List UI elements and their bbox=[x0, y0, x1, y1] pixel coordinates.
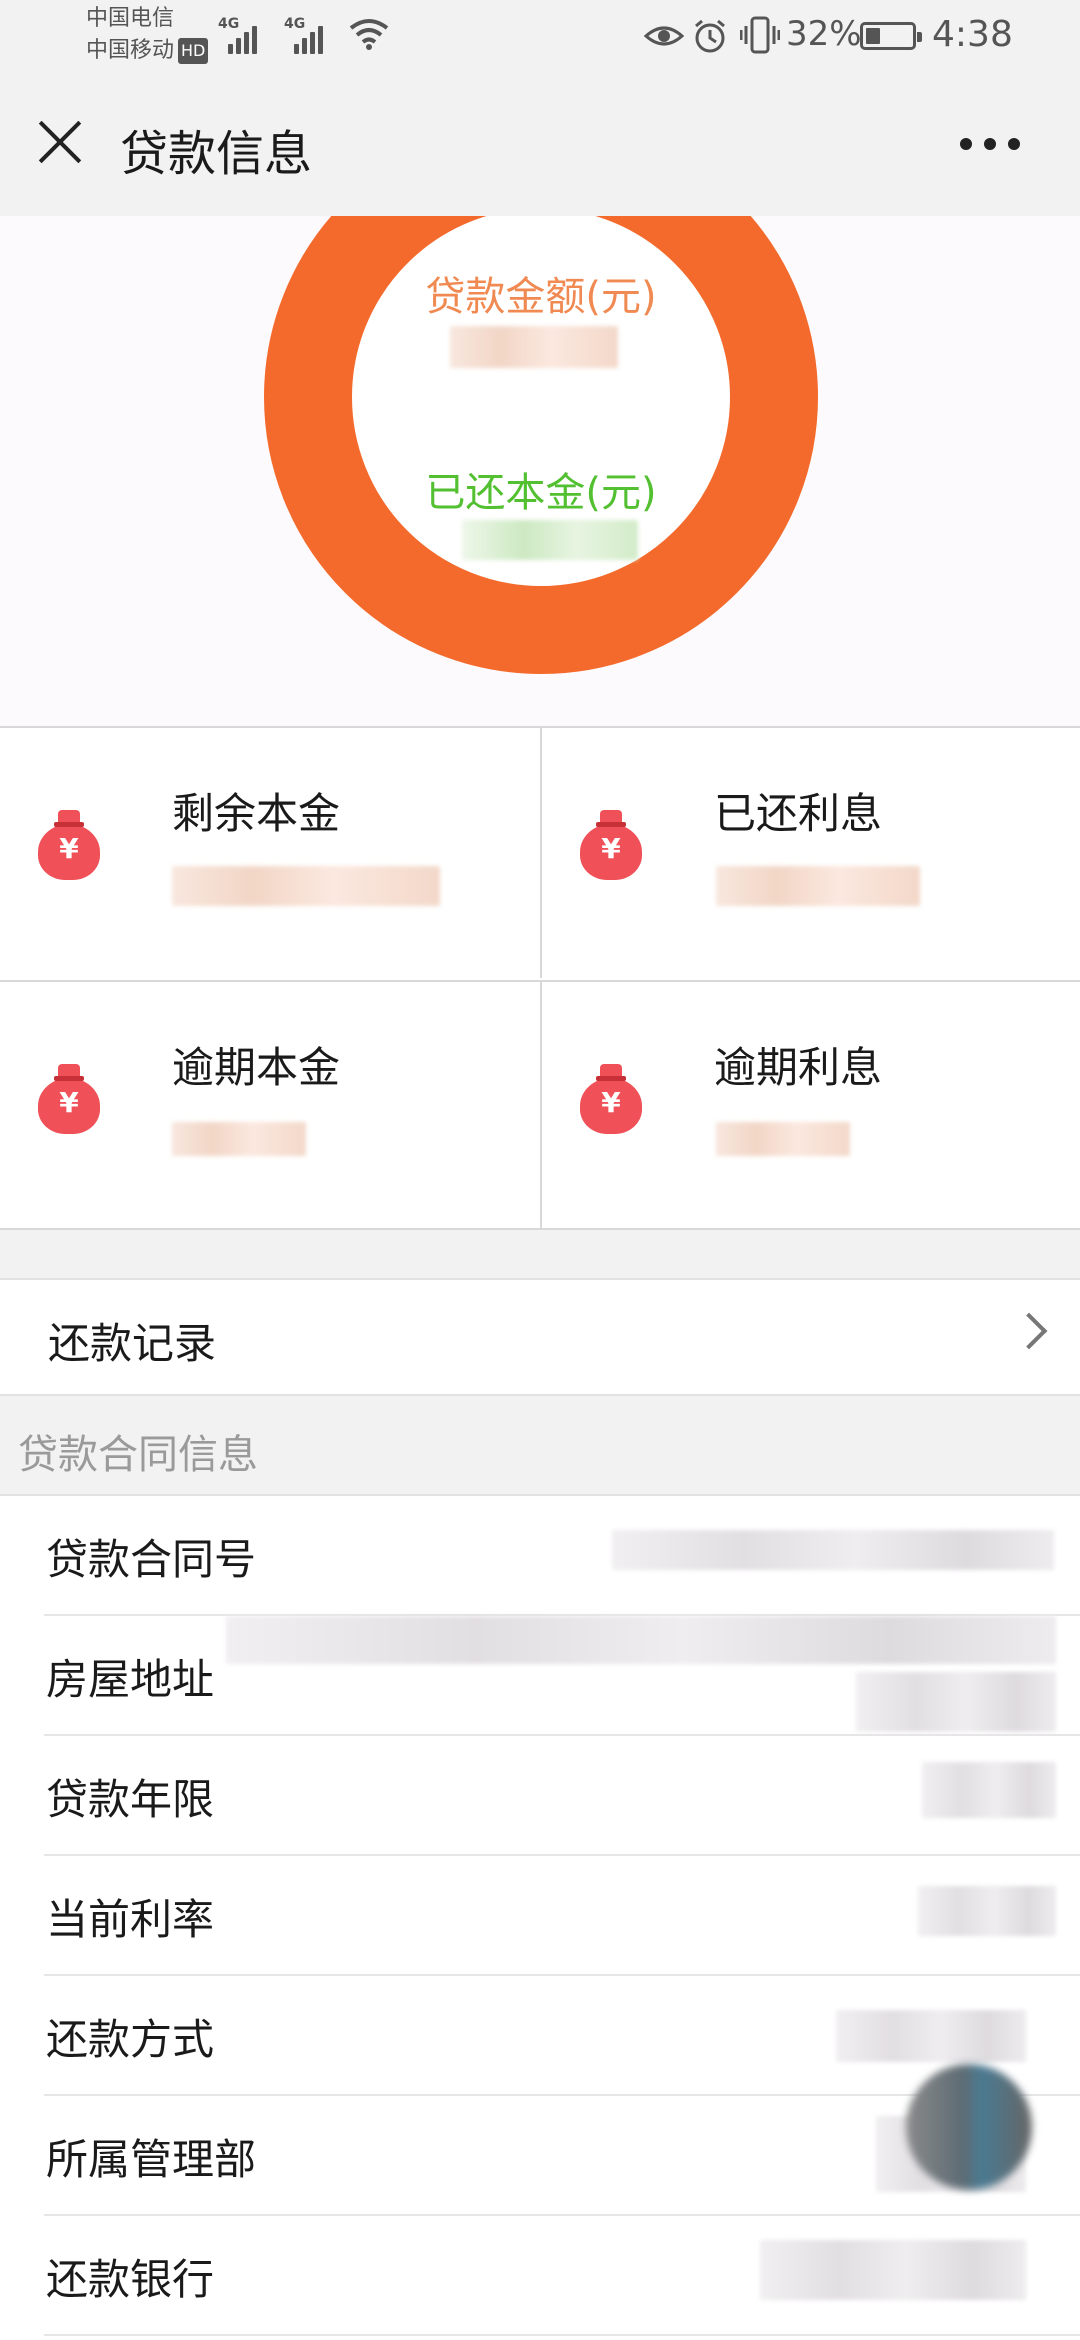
signal-icon-1: 4G bbox=[218, 16, 258, 54]
row-label: 当前利率 bbox=[46, 1895, 215, 1944]
contract-row-loan-term: 贷款年限 bbox=[0, 1736, 1080, 1856]
repaid-principal-value-redacted bbox=[462, 520, 638, 560]
loan-amount-value-redacted bbox=[450, 326, 618, 368]
loan-stats-grid: ¥ 剩余本金 ¥ 已还利息 ¥ 逾期本金 ¥ 逾期利息 bbox=[0, 726, 1080, 1230]
contract-row-repayment-bank: 还款银行 bbox=[0, 2216, 1080, 2336]
stat-repaid-interest: ¥ 已还利息 bbox=[540, 728, 1080, 978]
hd-badge: HD bbox=[178, 38, 209, 64]
carrier-name-2-text: 中国移动 bbox=[86, 38, 175, 63]
row-value-redacted bbox=[760, 2240, 1026, 2300]
money-bag-icon: ¥ bbox=[34, 808, 104, 880]
repaid-principal-label: 已还本金(元) bbox=[425, 470, 657, 516]
row-label: 贷款年限 bbox=[46, 1775, 215, 1824]
carrier-name-1: 中国电信 bbox=[86, 6, 175, 31]
close-icon[interactable] bbox=[36, 118, 84, 166]
clock: 4:38 bbox=[932, 14, 1013, 55]
signal-icon-2: 4G bbox=[284, 16, 324, 54]
wifi-icon bbox=[349, 19, 389, 50]
row-value-redacted-line2 bbox=[856, 1672, 1056, 1732]
row-value-redacted bbox=[918, 1886, 1056, 1936]
floating-overlay-redacted[interactable] bbox=[906, 2064, 1032, 2190]
row-value-redacted bbox=[612, 1530, 1054, 1570]
stat-value-redacted bbox=[716, 866, 920, 906]
status-bar: 中国电信 中国移动 HD 4G 4G 32% 4:38 bbox=[0, 0, 1080, 72]
stat-overdue-principal: ¥ 逾期本金 bbox=[0, 980, 540, 1230]
stat-overdue-interest: ¥ 逾期利息 bbox=[540, 980, 1080, 1230]
repayment-record-row[interactable]: 还款记录 bbox=[0, 1278, 1080, 1396]
stat-value-redacted bbox=[716, 1122, 850, 1156]
stat-label: 剩余本金 bbox=[172, 789, 341, 838]
row-label: 房屋地址 bbox=[46, 1655, 215, 1704]
row-value-redacted bbox=[922, 1762, 1056, 1818]
row-label: 所属管理部 bbox=[46, 2135, 257, 2184]
alarm-icon bbox=[695, 19, 725, 53]
vibrate-icon bbox=[740, 16, 780, 54]
row-label: 贷款合同号 bbox=[46, 1535, 257, 1584]
chevron-right-icon bbox=[1010, 1312, 1048, 1350]
navigation-bar: 贷款信息 bbox=[0, 72, 1080, 216]
page-title: 贷款信息 bbox=[120, 126, 313, 182]
contract-row-house-address: 房屋地址 bbox=[0, 1616, 1080, 1736]
row-label: 还款方式 bbox=[46, 2015, 215, 2064]
row-value-redacted bbox=[226, 1616, 1056, 1664]
contract-row-current-rate: 当前利率 bbox=[0, 1856, 1080, 1976]
row-label: 还款银行 bbox=[46, 2255, 215, 2304]
stat-value-redacted bbox=[172, 866, 440, 906]
loan-progress-ring: 贷款金额(元) 已还本金(元) bbox=[264, 216, 818, 674]
more-options-icon[interactable] bbox=[960, 138, 1020, 152]
eye-comfort-icon bbox=[644, 26, 684, 46]
battery-icon bbox=[860, 22, 922, 50]
stat-remaining-principal: ¥ 剩余本金 bbox=[0, 728, 540, 978]
money-bag-icon: ¥ bbox=[34, 1062, 104, 1134]
loan-amount-label: 贷款金额(元) bbox=[425, 274, 657, 320]
row-value-redacted bbox=[836, 2010, 1026, 2062]
battery-percent: 32% bbox=[786, 14, 862, 54]
stat-value-redacted bbox=[172, 1122, 306, 1156]
repayment-record-label: 还款记录 bbox=[48, 1319, 217, 1368]
section-spacer bbox=[0, 1230, 1080, 1278]
stat-label: 已还利息 bbox=[714, 789, 883, 838]
contract-row-contract-number: 贷款合同号 bbox=[0, 1496, 1080, 1616]
contract-section-header: 贷款合同信息 bbox=[0, 1396, 1080, 1496]
money-bag-icon: ¥ bbox=[576, 1062, 646, 1134]
loan-summary-panel: 贷款金额(元) 已还本金(元) bbox=[0, 216, 1080, 726]
contract-row-repayment-method: 还款方式 bbox=[0, 1976, 1080, 2096]
contract-section-title: 贷款合同信息 bbox=[18, 1432, 258, 1478]
stat-label: 逾期利息 bbox=[714, 1043, 883, 1092]
carrier-name-2: 中国移动 HD bbox=[86, 38, 209, 64]
money-bag-icon: ¥ bbox=[576, 808, 646, 880]
stat-label: 逾期本金 bbox=[172, 1043, 341, 1092]
